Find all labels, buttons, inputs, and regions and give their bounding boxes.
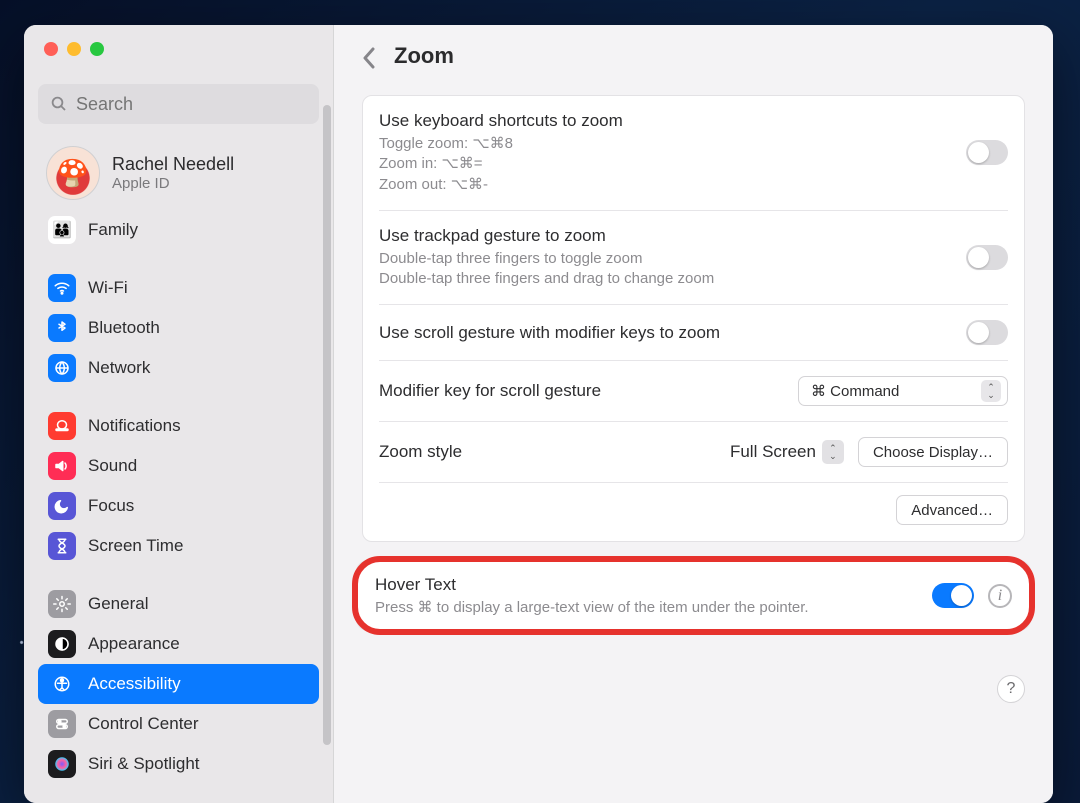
row-keyboard-shortcuts: Use keyboard shortcuts to zoom Toggle zo…: [379, 96, 1008, 211]
zoom-style-select[interactable]: Full Screen ⌃⌄: [730, 440, 844, 464]
search-input[interactable]: [76, 94, 307, 115]
sidebar-item-label: Notifications: [88, 416, 181, 436]
siri-icon: [48, 750, 76, 778]
select-value: Full Screen: [730, 442, 816, 462]
hover-text-title: Hover Text: [375, 575, 918, 595]
sidebar-item-family[interactable]: 👨‍👩‍👦 Family: [38, 210, 319, 250]
window-controls: [24, 25, 333, 56]
apple-id-row[interactable]: 🍄 Rachel Needell Apple ID: [46, 146, 319, 200]
sidebar-item-notifications[interactable]: Notifications: [38, 406, 319, 446]
toggle-keyboard-shortcuts[interactable]: [966, 140, 1008, 165]
search-field[interactable]: [38, 84, 319, 124]
row-desc: Double-tap three fingers to toggle zoom …: [379, 249, 966, 290]
row-desc: Toggle zoom: ⌥⌘8 Zoom in: ⌥⌘= Zoom out: …: [379, 134, 966, 195]
snd-icon: [48, 452, 76, 480]
sidebar-item-label: Screen Time: [88, 536, 183, 556]
sidebar-list: 👨‍👩‍👦 Family Wi-Fi Bluetooth Network Not…: [24, 210, 333, 784]
system-settings-window: 🍄 Rachel Needell Apple ID 👨‍👩‍👦 Family W…: [24, 25, 1053, 803]
profile-sub: Apple ID: [112, 175, 234, 192]
choose-display-button[interactable]: Choose Display…: [858, 437, 1008, 467]
sidebar-item-label: Appearance: [88, 634, 180, 654]
sidebar-item-general[interactable]: General: [38, 584, 319, 624]
row-modifier-key: Modifier key for scroll gesture ⌘ Comman…: [379, 361, 1008, 422]
appr-icon: [48, 630, 76, 658]
help-button[interactable]: ?: [997, 675, 1025, 703]
sidebar-item-network[interactable]: Network: [38, 348, 319, 388]
sidebar-item-label: Siri & Spotlight: [88, 754, 200, 774]
button-label: Advanced…: [911, 502, 993, 519]
row-zoom-style: Zoom style Full Screen ⌃⌄ Choose Display…: [379, 422, 1008, 483]
info-icon[interactable]: i: [988, 584, 1012, 608]
row-advanced: Advanced…: [379, 483, 1008, 541]
bell-icon: [48, 412, 76, 440]
advanced-button[interactable]: Advanced…: [896, 495, 1008, 525]
modifier-key-select[interactable]: ⌘ Command ⌃⌄: [798, 376, 1008, 406]
sidebar-item-siri-spotlight[interactable]: Siri & Spotlight: [38, 744, 319, 784]
gear-icon: [48, 590, 76, 618]
row-title: Modifier key for scroll gesture: [379, 381, 798, 401]
sidebar-item-wi-fi[interactable]: Wi-Fi: [38, 268, 319, 308]
row-title: Zoom style: [379, 442, 730, 462]
button-label: Choose Display…: [873, 444, 993, 461]
hour-icon: [48, 532, 76, 560]
avatar: 🍄: [46, 146, 100, 200]
sidebar-item-label: Accessibility: [88, 674, 181, 694]
row-trackpad-gesture: Use trackpad gesture to zoom Double-tap …: [379, 211, 1008, 306]
hover-text-desc: Press ⌘ to display a large-text view of …: [375, 598, 918, 616]
close-window-button[interactable]: [44, 42, 58, 56]
sidebar: 🍄 Rachel Needell Apple ID 👨‍👩‍👦 Family W…: [24, 25, 334, 803]
help-icon: ?: [1007, 680, 1016, 698]
sidebar-item-label: Wi-Fi: [88, 278, 128, 298]
sidebar-item-control-center[interactable]: Control Center: [38, 704, 319, 744]
wifi-icon: [48, 274, 76, 302]
zoom-options-card: Use keyboard shortcuts to zoom Toggle zo…: [362, 95, 1025, 542]
sidebar-item-sound[interactable]: Sound: [38, 446, 319, 486]
fullscreen-window-button[interactable]: [90, 42, 104, 56]
sidebar-item-accessibility[interactable]: Accessibility: [38, 664, 319, 704]
hover-text-card: Hover Text Press ⌘ to display a large-te…: [356, 560, 1031, 631]
chevron-up-down-icon: ⌃⌄: [822, 440, 844, 464]
cc-icon: [48, 710, 76, 738]
sidebar-item-label: General: [88, 594, 148, 614]
profile-name: Rachel Needell: [112, 154, 234, 175]
sidebar-item-label: Network: [88, 358, 150, 378]
sidebar-item-bluetooth[interactable]: Bluetooth: [38, 308, 319, 348]
main-pane: Zoom Use keyboard shortcuts to zoom Togg…: [334, 25, 1053, 803]
back-button[interactable]: [362, 47, 380, 65]
minimize-window-button[interactable]: [67, 42, 81, 56]
page-title: Zoom: [394, 43, 454, 69]
👥-icon: 👨‍👩‍👦: [48, 216, 76, 244]
row-title: Use keyboard shortcuts to zoom: [379, 111, 966, 131]
row-title: Use trackpad gesture to zoom: [379, 226, 966, 246]
globe-icon: [48, 354, 76, 382]
sidebar-item-label: Control Center: [88, 714, 199, 734]
toggle-hover-text[interactable]: [932, 583, 974, 608]
sidebar-scrollbar[interactable]: [323, 105, 331, 745]
sidebar-item-label: Bluetooth: [88, 318, 160, 338]
sidebar-item-label: Sound: [88, 456, 137, 476]
sidebar-item-appearance[interactable]: Appearance: [38, 624, 319, 664]
sidebar-item-screen-time[interactable]: Screen Time: [38, 526, 319, 566]
header: Zoom: [334, 25, 1053, 83]
sidebar-item-focus[interactable]: Focus: [38, 486, 319, 526]
sidebar-item-label: Focus: [88, 496, 134, 516]
toggle-trackpad-gesture[interactable]: [966, 245, 1008, 270]
moon-icon: [48, 492, 76, 520]
row-title: Use scroll gesture with modifier keys to…: [379, 323, 966, 343]
search-icon: [50, 95, 68, 113]
sidebar-item-label: Family: [88, 220, 138, 240]
acc-icon: [48, 670, 76, 698]
row-scroll-gesture: Use scroll gesture with modifier keys to…: [379, 305, 1008, 361]
select-value: ⌘ Command: [811, 382, 899, 400]
toggle-scroll-gesture[interactable]: [966, 320, 1008, 345]
chevron-up-down-icon: ⌃⌄: [981, 380, 1001, 402]
bt-icon: [48, 314, 76, 342]
